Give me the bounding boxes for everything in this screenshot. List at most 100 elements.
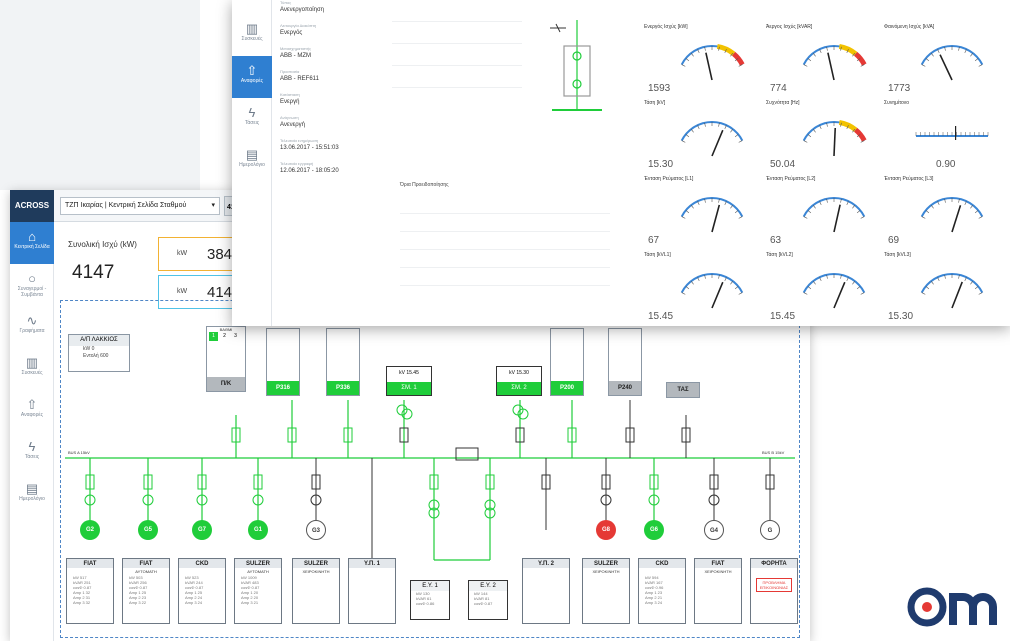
nav-item-devices[interactable]: ▥ Συσκευές bbox=[232, 14, 272, 56]
gauge-tick bbox=[856, 210, 861, 214]
gauge: Φαινόμενη Ισχύς [kVA] 1773 bbox=[884, 24, 1000, 94]
gauge-arc bbox=[716, 43, 736, 56]
gauge-dial bbox=[802, 197, 866, 233]
generator-g2[interactable]: G2 bbox=[80, 520, 100, 540]
nav-item-label: Τάσεις bbox=[244, 120, 260, 126]
gauge-title: Τάση [kVL2] bbox=[766, 252, 793, 258]
gauge-dial bbox=[915, 126, 989, 140]
gauge-title: Ένταση Ρεύματος [L2] bbox=[766, 176, 816, 182]
gauge-dial bbox=[680, 273, 744, 309]
gauge-title: Ενεργός Ισχύς [kW] bbox=[644, 24, 688, 30]
generator-g1[interactable]: G1 bbox=[248, 520, 268, 540]
gauge-tick bbox=[807, 210, 812, 214]
unit-card[interactable]: ΦΟΡΗΤΑ ΠΡΟΒΛΗΜΑ ΕΠΙΚΟΙΝΩΝΙΑΣ bbox=[750, 558, 798, 624]
info-row: Προστασία ABB - REF611 bbox=[280, 69, 390, 92]
unit-card[interactable]: FIAT kW 517 kVAR 251 cosΦ 0.87 Amp 1 32 Amp … bbox=[66, 558, 114, 624]
card-title: FIAT bbox=[67, 559, 113, 568]
card-title: CKD bbox=[179, 559, 225, 568]
gauge-tick bbox=[803, 64, 808, 67]
generator-g5[interactable]: G5 bbox=[138, 520, 158, 540]
info-row: Λειτουργία Διακόπτη Ενεργός bbox=[280, 23, 390, 46]
gauge-arc bbox=[853, 127, 867, 142]
gauge-needle bbox=[711, 129, 724, 157]
unit-card[interactable]: Υ.Π. 2 bbox=[522, 558, 570, 624]
gauge-tick bbox=[690, 52, 694, 57]
gauge-dial bbox=[680, 43, 745, 81]
gauge-tick bbox=[685, 286, 690, 290]
nav-item-log[interactable]: ▤ Ημερολόγιο bbox=[232, 140, 272, 182]
aux-row: cosΦ 0.87 bbox=[474, 601, 493, 606]
generator-g7[interactable]: G7 bbox=[192, 520, 212, 540]
gauge-tick bbox=[852, 204, 856, 209]
gauge-value: 63 bbox=[770, 235, 782, 246]
gauge-value: 1773 bbox=[888, 83, 911, 94]
gauge-tick bbox=[978, 64, 983, 67]
generator-g3[interactable]: G3 bbox=[306, 520, 326, 540]
gauge-tick bbox=[812, 204, 816, 209]
gauge-needle bbox=[711, 281, 724, 309]
gauge-tick bbox=[681, 140, 686, 143]
gauge-tick bbox=[860, 292, 865, 295]
unit-card[interactable]: SULZER ΧΕΙΡΟΚΙΝΗΤΗ bbox=[292, 558, 340, 624]
unit-card[interactable]: CKD kW 594 kVAR 167 cosΦ 0.96 Amp 1 23 Amp 2… bbox=[638, 558, 686, 624]
generator-g8[interactable]: G8 bbox=[596, 520, 616, 540]
gauge-tick bbox=[970, 280, 974, 285]
gauge-value: 15.45 bbox=[648, 311, 674, 322]
info-value: Ανενεργή bbox=[280, 122, 305, 128]
gauge-needle bbox=[833, 127, 837, 157]
info-row: Τελευταία ενημέρωση 13.06.2017 - 15:51:03 bbox=[280, 138, 390, 161]
gauge-tick bbox=[803, 140, 808, 143]
gauge-tick bbox=[807, 58, 812, 62]
gauge-tick bbox=[681, 216, 686, 219]
gauge-tick bbox=[921, 216, 926, 219]
gauge-dial bbox=[920, 45, 984, 81]
bar-chart-icon: ▥ bbox=[245, 21, 259, 36]
gauge-tick bbox=[685, 134, 690, 138]
card-row: Amp 3 22 bbox=[129, 600, 147, 605]
gauge-tick bbox=[690, 128, 694, 133]
feeder-schematic bbox=[550, 20, 602, 111]
nav-item-label: Συσκευές bbox=[241, 36, 263, 42]
unit-card[interactable]: FIAT ΑΥΤΟΜΑΤΗ kW 503 kVAR 256 cosΦ 0.87 Amp… bbox=[122, 558, 170, 624]
gauge-value: 50.04 bbox=[770, 159, 796, 170]
card-mode: ΧΕΙΡΟΚΙΝΗΤΗ bbox=[592, 569, 620, 574]
unit-card[interactable]: SULZER ΧΕΙΡΟΚΙΝΗΤΗ bbox=[582, 558, 630, 624]
company-logo bbox=[907, 587, 997, 627]
feeder-detail-window: ▥ Συσκευές ⇧ Αναφορές ϟ Τάσεις ▤ Ημερολόγιο … bbox=[232, 0, 1010, 326]
gauge-needle bbox=[939, 54, 953, 81]
generator-g6[interactable]: G6 bbox=[644, 520, 664, 540]
unit-card[interactable]: SULZER ΑΥΤΟΜΑΤΗ kW 1009 kVAR 483 cosΦ 0.87… bbox=[234, 558, 282, 624]
gauge-dial bbox=[802, 43, 867, 81]
gauge-tick bbox=[974, 210, 979, 214]
card-title: Υ.Π. 2 bbox=[523, 559, 569, 568]
unit-card[interactable]: CKD kW 523 kVAR 244 cosΦ 0.87 Amp 1 25 Amp 2… bbox=[178, 558, 226, 624]
gauge-needle bbox=[951, 205, 962, 233]
nav-item-reports[interactable]: ⇧ Αναφορές bbox=[232, 56, 272, 98]
gauge-tick bbox=[978, 216, 983, 219]
table-row bbox=[400, 232, 610, 250]
auxiliary-unit[interactable]: Ε.Υ. 1 kW 130 kVAR 61 cosΦ 0.86 bbox=[410, 580, 450, 620]
nav-item-label: Αναφορές bbox=[240, 78, 264, 84]
table-row bbox=[392, 0, 522, 22]
card-mode: ΑΥΤΟΜΑΤΗ bbox=[135, 569, 157, 574]
gauge-dial bbox=[802, 119, 867, 157]
unit-card[interactable]: FIAT ΧΕΙΡΟΚΙΝΗΤΗ bbox=[694, 558, 742, 624]
gauge-tick bbox=[812, 280, 816, 285]
gauge-title: Ένταση Ρεύματος [L3] bbox=[884, 176, 934, 182]
gauge-tick bbox=[978, 292, 983, 295]
flash-icon: ϟ bbox=[248, 105, 256, 120]
gauge-value: 15.30 bbox=[648, 159, 674, 170]
unit-card[interactable]: Υ.Π. 1 bbox=[348, 558, 396, 624]
generator-g4[interactable]: G4 bbox=[704, 520, 724, 540]
gauge: Ένταση Ρεύματος [L3] 69 bbox=[884, 176, 1000, 246]
gauge-tick bbox=[925, 58, 930, 62]
warning-limits-title: Όρια Προειδοποίησης bbox=[400, 182, 449, 188]
gauge: Συνημίτονο 0.90 bbox=[884, 100, 1000, 170]
table-row bbox=[400, 250, 610, 268]
generator-portable[interactable]: G bbox=[760, 520, 780, 540]
card-row: Amp 3 32 bbox=[73, 600, 91, 605]
auxiliary-unit[interactable]: Ε.Υ. 2 kW 144 kVAR 81 cosΦ 0.87 bbox=[468, 580, 508, 620]
gauge-dial bbox=[680, 197, 744, 233]
gauge-title: Συχνότητα [Hz] bbox=[766, 100, 800, 106]
nav-item-voltages[interactable]: ϟ Τάσεις bbox=[232, 98, 272, 140]
